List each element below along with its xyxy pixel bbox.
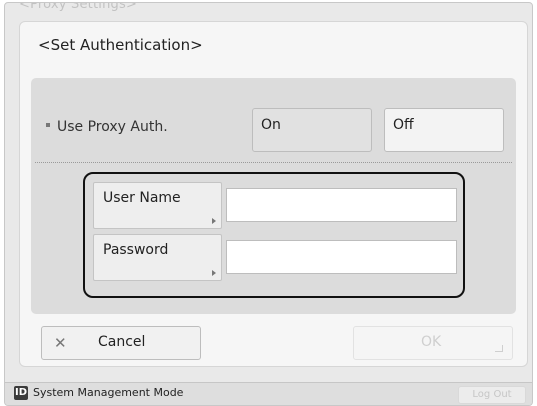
dialog-title: <Set Authentication> bbox=[38, 36, 203, 54]
cancel-button[interactable]: ✕ Cancel bbox=[41, 326, 201, 360]
system-management-mode-text: System Management Mode bbox=[33, 386, 184, 399]
settings-panel: Use Proxy Auth. On Off User Name Passwor… bbox=[31, 78, 516, 314]
arrow-right-icon bbox=[212, 270, 216, 276]
user-name-field[interactable] bbox=[226, 188, 457, 222]
user-name-button[interactable]: User Name bbox=[93, 182, 222, 229]
device-screen: <Proxy Settings> <Set Authentication> Us… bbox=[4, 2, 533, 406]
password-label: Password bbox=[103, 242, 169, 258]
set-authentication-dialog: <Set Authentication> Use Proxy Auth. On … bbox=[19, 21, 528, 367]
bullet-icon bbox=[46, 123, 50, 127]
ok-label: OK bbox=[421, 334, 442, 350]
background-screen-title: <Proxy Settings> bbox=[19, 2, 138, 12]
status-bar: ID System Management Mode Log Out bbox=[5, 382, 532, 405]
ok-button[interactable]: OK bbox=[353, 326, 513, 360]
log-out-button[interactable]: Log Out bbox=[458, 386, 526, 404]
password-button[interactable]: Password bbox=[93, 234, 222, 281]
proxy-auth-on-button[interactable]: On bbox=[252, 108, 372, 152]
credentials-highlight-box: User Name Password bbox=[83, 172, 465, 298]
user-name-label: User Name bbox=[103, 190, 181, 206]
proxy-auth-off-button[interactable]: Off bbox=[384, 108, 504, 152]
system-mode-icon: ID bbox=[14, 386, 28, 400]
use-proxy-auth-label: Use Proxy Auth. bbox=[46, 119, 168, 135]
enter-icon bbox=[495, 345, 503, 352]
close-icon: ✕ bbox=[54, 334, 67, 352]
use-proxy-auth-text: Use Proxy Auth. bbox=[57, 119, 168, 135]
dotted-divider bbox=[35, 162, 512, 163]
arrow-right-icon bbox=[212, 218, 216, 224]
password-field[interactable] bbox=[226, 240, 457, 274]
cancel-label: Cancel bbox=[98, 334, 146, 350]
